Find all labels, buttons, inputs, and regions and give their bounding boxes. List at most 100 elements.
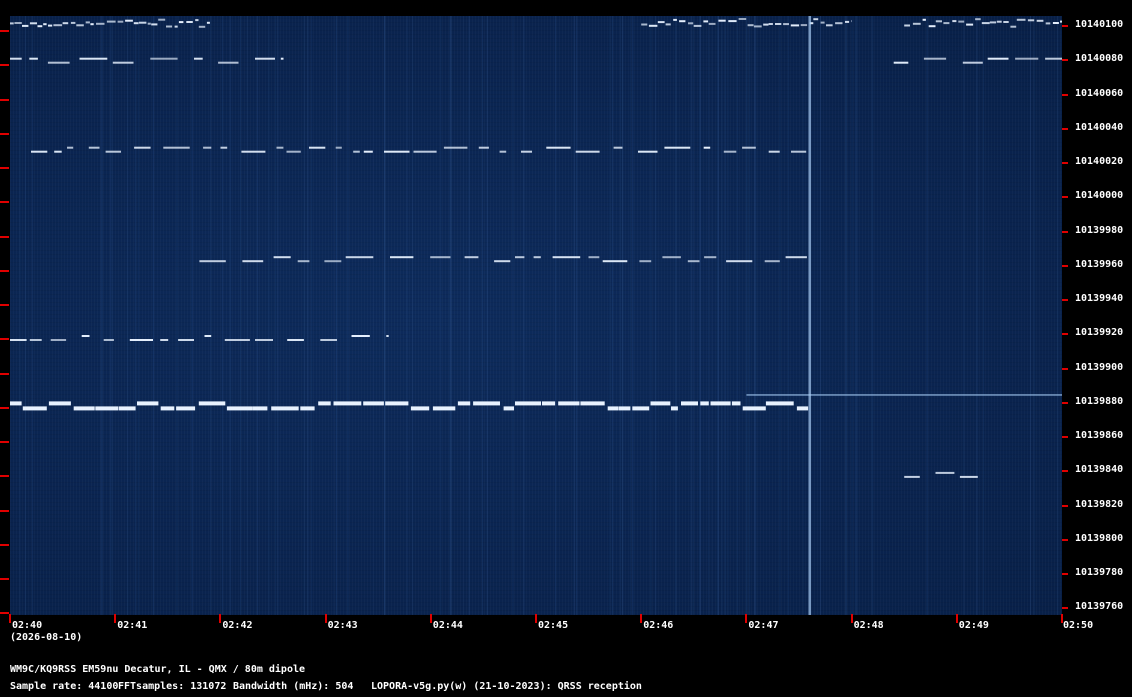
time-label-02:46: 02:46: [643, 620, 674, 631]
signal-segment: [22, 406, 47, 411]
signal-segment: [90, 23, 94, 26]
freq-tick-right: [1062, 264, 1068, 267]
signal-segment: [935, 471, 955, 474]
freq-tick-right: [1062, 401, 1068, 404]
noise-streak: [512, 16, 514, 615]
noise-streak: [724, 16, 726, 615]
noise-streak: [268, 16, 270, 615]
noise-streak: [412, 16, 414, 615]
signal-segment: [943, 22, 950, 25]
signal-segment: [106, 20, 116, 23]
noise-streak: [699, 16, 701, 615]
freq-tick-left: [0, 235, 9, 238]
signal-segment: [166, 25, 173, 28]
signal-segment: [494, 260, 511, 263]
freq-tick-left: [0, 338, 9, 341]
signal-segment: [22, 24, 29, 27]
time-label-02:43: 02:43: [327, 620, 358, 631]
noise-streak: [19, 16, 21, 615]
noise-streak: [754, 16, 756, 615]
signal-segment: [700, 401, 709, 406]
freq-label-10139880: 10139880: [1075, 395, 1124, 407]
signal-segment: [255, 57, 275, 60]
signal-segment: [768, 23, 773, 25]
signal-segment: [125, 19, 133, 22]
noise-streak: [845, 16, 847, 615]
signal-segment: [95, 406, 119, 411]
signal-segment: [335, 146, 342, 149]
signal-segment: [987, 57, 1009, 60]
signal-segment: [160, 339, 169, 341]
signal-segment: [363, 150, 373, 153]
freq-label-10140020: 10140020: [1075, 156, 1124, 167]
signal-segment: [29, 22, 37, 25]
signal-segment: [662, 256, 681, 259]
freq-tick-left: [0, 64, 9, 67]
signal-segment: [1027, 19, 1035, 22]
time-label-02:47: 02:47: [748, 620, 779, 631]
freq-tick-right: [1062, 573, 1068, 575]
freq-tick-right: [1062, 299, 1068, 301]
freq-tick-right: [1062, 470, 1068, 473]
signal-segment: [195, 19, 199, 22]
signal-segment: [206, 21, 210, 24]
signal-segment: [1052, 22, 1059, 24]
signal-segment: [558, 401, 580, 406]
noise-streak: [127, 16, 129, 615]
signal-segment: [300, 406, 315, 411]
signal-segment: [588, 256, 600, 259]
freq-tick-left: [0, 509, 9, 512]
signal-segment: [580, 401, 605, 406]
signal-segment: [351, 335, 370, 337]
freq-tick-right: [1062, 25, 1068, 27]
signal-segment: [345, 256, 374, 259]
noise-streak: [191, 16, 193, 615]
signal-trace-10: [904, 471, 978, 478]
signal-segment: [923, 57, 947, 60]
signal-segment: [952, 20, 957, 23]
vertical-spike: [808, 16, 811, 615]
time-tick: [745, 614, 748, 623]
signal-trace-1: [199, 256, 807, 263]
signal-segment: [287, 339, 304, 341]
freq-tick-left: [0, 98, 9, 101]
noise-streak: [708, 16, 710, 615]
noise-streak: [110, 16, 112, 615]
signal-segment: [738, 18, 747, 20]
signal-segment: [796, 406, 809, 411]
freq-tick-left: [0, 475, 9, 478]
time-tick: [955, 614, 958, 623]
signal-segment: [29, 339, 42, 341]
freq-label-10140080: 10140080: [1075, 53, 1124, 65]
signal-segment: [521, 150, 532, 153]
signal-segment: [67, 146, 74, 149]
signal-segment: [137, 401, 159, 406]
freq-label-10139920: 10139920: [1075, 327, 1124, 339]
signal-segment: [50, 339, 67, 341]
freq-label-10140100: 10140100: [1075, 19, 1124, 30]
signal-segment: [893, 61, 909, 64]
time-tick: [324, 614, 327, 623]
freq-label-10139800: 10139800: [1075, 532, 1124, 544]
signal-segment: [613, 146, 623, 149]
freq-label-10140060: 10140060: [1075, 87, 1124, 99]
signal-trace-9: [746, 394, 1062, 396]
signal-segment: [386, 335, 389, 337]
noise-streak: [240, 16, 241, 615]
noise-streak: [675, 16, 677, 615]
signal-segment: [353, 150, 360, 153]
bandwidth-label: Bandwidth (mHz): 504: [233, 681, 354, 692]
signal-segment: [276, 146, 284, 149]
signal-segment: [768, 150, 780, 153]
signal-segment: [1036, 19, 1044, 22]
signal-segment: [639, 260, 652, 263]
noise-streak: [482, 16, 483, 615]
freq-label-10139940: 10139940: [1075, 293, 1124, 304]
freq-tick-left: [0, 304, 9, 306]
signal-segment: [958, 20, 965, 23]
noise-streak: [311, 16, 313, 615]
noise-streak: [690, 16, 692, 615]
signal-segment: [703, 146, 711, 149]
signal-segment: [280, 57, 284, 60]
signal-segment: [1016, 18, 1026, 21]
